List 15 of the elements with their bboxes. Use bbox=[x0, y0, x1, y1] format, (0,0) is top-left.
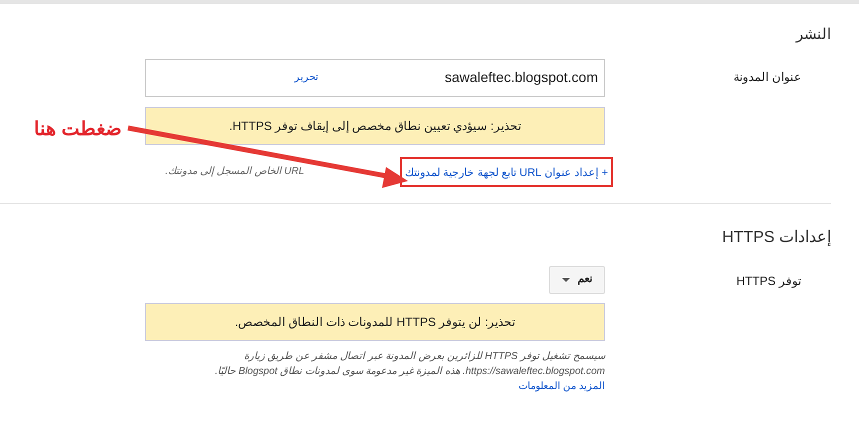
section-title: النشر bbox=[796, 25, 831, 45]
edit-link[interactable]: تحرير bbox=[294, 70, 319, 85]
more-info-link[interactable]: المزيد من المعلومات bbox=[518, 380, 605, 392]
https-description: سيسمح تشغيل توفر HTTPS للزائرين بعرض المدونة عبر اتصال مشفر عن طريق زيارة https://sawaleftec.blogspot.com. هذه الميزة غير مدعومة سوى لمدونات نطاق Blogspot حاليًا. المزيد من المعلومات bbox=[214, 350, 605, 394]
caret-icon bbox=[562, 278, 570, 282]
warning-text: تحذير: لن يتوفر HTTPS للمدونات ذات النطاق المخصص. bbox=[234, 314, 516, 330]
field-label: توفر HTTPS bbox=[736, 274, 801, 288]
setup-link[interactable]: + إعداد عنوان URL تابع لجهة خارجية لمدونتك bbox=[405, 166, 608, 178]
https-dropdown[interactable]: نعم bbox=[549, 266, 605, 294]
section-title: إعدادات HTTPS bbox=[722, 228, 831, 248]
warning-text: تحذير: سيؤدي تعيين نطاق مخصص إلى إيقاف توفر HTTPS. bbox=[229, 118, 521, 134]
address-value: sawaleftec.blogspot.com bbox=[444, 68, 598, 87]
hint-text: URL الخاص المسجل إلى مدونتك. bbox=[165, 165, 304, 179]
annotation-text: ضغطت هنا bbox=[34, 118, 122, 142]
field-label: عنوان المدونة bbox=[734, 70, 801, 84]
